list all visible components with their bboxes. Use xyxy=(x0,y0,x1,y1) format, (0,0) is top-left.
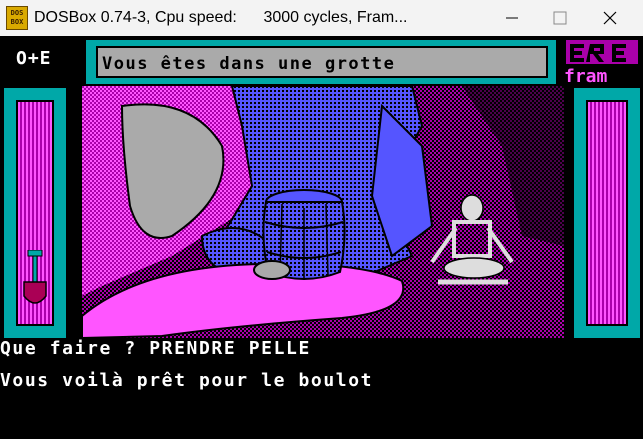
right-pillar-panel xyxy=(586,100,628,326)
close-button[interactable] xyxy=(586,0,634,36)
dosbox-icon: DOS BOX xyxy=(6,6,28,30)
close-icon xyxy=(603,11,617,25)
grate-graphic xyxy=(253,260,291,280)
location-message: Vous êtes dans une grotte xyxy=(102,54,396,74)
logo-graphic: fram xyxy=(560,38,643,87)
window-titlebar[interactable]: DOS BOX DOSBox 0.74-3, Cpu speed: 3000 c… xyxy=(0,0,643,36)
right-pillar xyxy=(572,86,642,340)
inventory-label: O+E xyxy=(16,48,52,69)
dosbox-icon-text: DOS BOX xyxy=(10,9,24,26)
maximize-icon xyxy=(553,11,567,25)
game-screen[interactable]: O+E Vous êtes dans une grotte fram Que f… xyxy=(0,36,643,439)
minimize-icon xyxy=(506,17,518,19)
window-title: DOSBox 0.74-3, Cpu speed: 3000 cycles, F… xyxy=(34,9,408,26)
cave-scene[interactable] xyxy=(82,86,564,338)
minimize-button[interactable] xyxy=(488,0,536,36)
ere-fram-logo: fram xyxy=(560,38,643,87)
location-bar: Vous êtes dans une grotte xyxy=(96,46,548,78)
cave-illustration xyxy=(82,86,564,338)
game-response: Vous voilà prêt pour le boulot xyxy=(0,370,374,391)
maximize-button[interactable] xyxy=(536,0,584,36)
inventory-header: O+E xyxy=(0,36,82,84)
location-frame: Vous êtes dans une grotte xyxy=(84,38,558,86)
svg-text:fram: fram xyxy=(564,66,608,86)
command-prompt: Que faire ? PRENDRE PELLE xyxy=(0,338,311,359)
shovel-icon[interactable] xyxy=(20,250,50,310)
left-pillar xyxy=(2,86,68,340)
